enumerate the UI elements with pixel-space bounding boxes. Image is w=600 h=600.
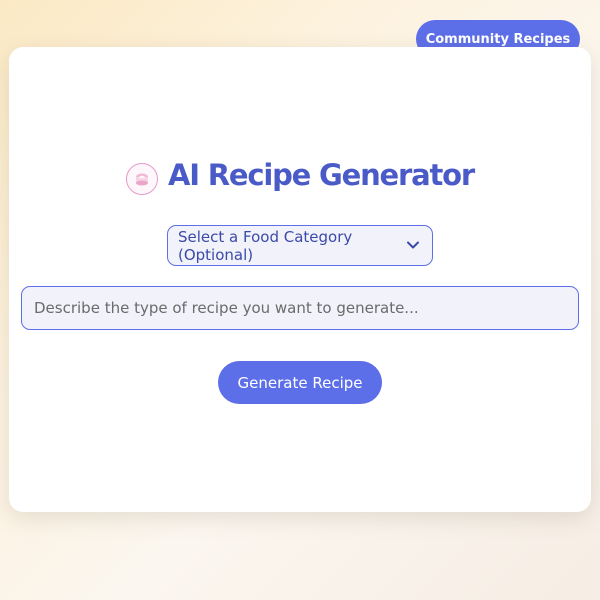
chevron-down-icon (406, 238, 420, 256)
generate-recipe-button[interactable]: Generate Recipe (218, 361, 382, 404)
title-row: AI Recipe Generator (9, 153, 591, 197)
food-category-select-value: Select a Food Category (Optional) (178, 227, 353, 264)
food-category-select[interactable]: Select a Food Category (Optional) (167, 225, 433, 266)
recipe-logo-icon (126, 163, 159, 195)
page-title: AI Recipe Generator (168, 158, 475, 192)
recipe-generator-card: AI Recipe Generator Select a Food Catego… (9, 47, 591, 512)
recipe-description-input[interactable] (21, 286, 579, 330)
